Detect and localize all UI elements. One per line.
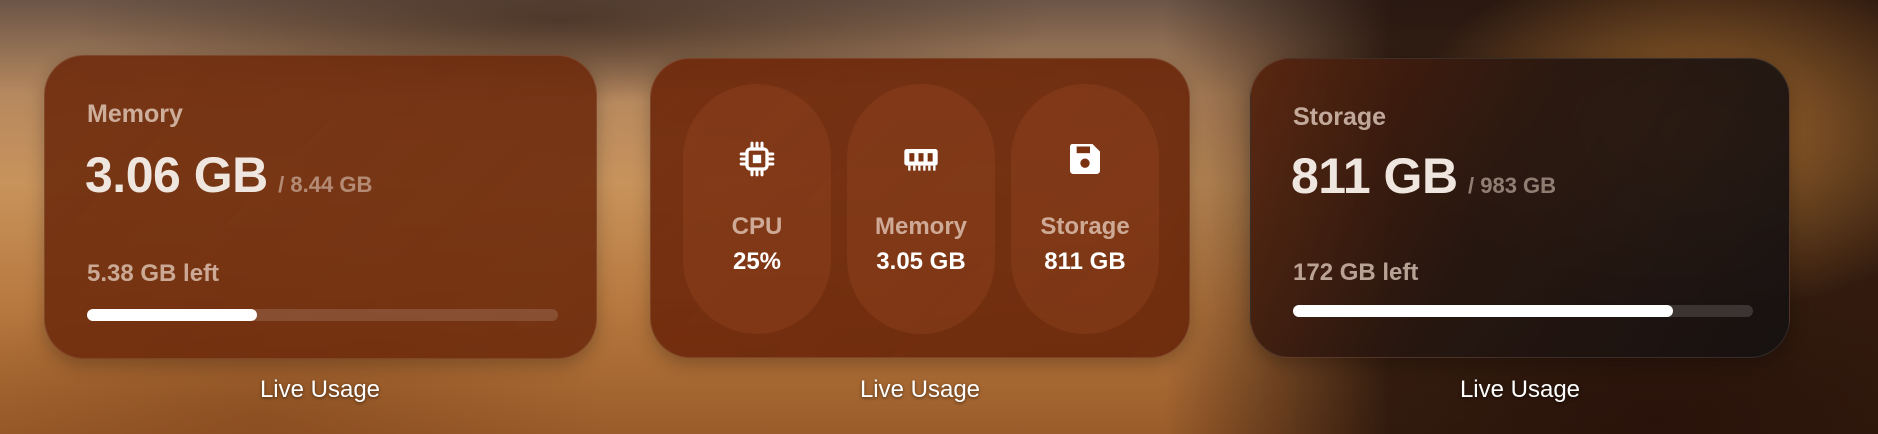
cpu-stat-value: 25% xyxy=(732,248,782,275)
memory-widget-label: Memory xyxy=(87,100,183,128)
storage-progress-fill xyxy=(1293,305,1673,317)
memory-widget-caption: Live Usage xyxy=(259,376,381,403)
memory-widget[interactable]: Memory 3.06 GB / 8.44 GB 5.38 GB left xyxy=(44,55,597,359)
cpu-stat-pill: CPU 25% xyxy=(683,84,831,334)
floppy-disk-icon xyxy=(1069,144,1100,174)
storage-progress-track xyxy=(1293,305,1753,317)
storage-widget[interactable]: Storage 811 GB / 983 GB 172 GB left xyxy=(1250,58,1790,358)
memory-stat-value: 3.05 GB xyxy=(876,248,966,275)
memory-used-value: 3.06 GB xyxy=(85,147,268,203)
cpu-stat-label: CPU xyxy=(731,213,783,240)
memory-stat-pill: Memory 3.05 GB xyxy=(847,84,995,334)
memory-chip-icon xyxy=(904,149,938,171)
memory-progress-track xyxy=(87,309,558,321)
storage-used-value: 811 GB xyxy=(1291,148,1458,204)
memory-usage-row: 3.06 GB / 8.44 GB xyxy=(85,146,372,204)
storage-remaining-text: 172 GB left xyxy=(1293,259,1419,286)
storage-stat-value: 811 GB xyxy=(1044,248,1126,275)
storage-widget-label: Storage xyxy=(1293,103,1387,131)
system-status-widget[interactable]: CPU 25% Memory 3.05 GB Storage 811 GB xyxy=(650,58,1190,358)
storage-total-value: / 983 GB xyxy=(1468,173,1557,198)
status-widget-caption: Live Usage xyxy=(859,376,981,403)
memory-remaining-text: 5.38 GB left xyxy=(87,260,220,287)
storage-stat-label: Storage xyxy=(1040,213,1130,240)
memory-stat-label: Memory xyxy=(874,213,968,240)
cpu-icon xyxy=(739,141,775,177)
memory-progress-fill xyxy=(87,309,257,321)
storage-stat-pill: Storage 811 GB xyxy=(1011,84,1159,334)
storage-usage-row: 811 GB / 983 GB xyxy=(1291,147,1556,205)
memory-total-value: / 8.44 GB xyxy=(278,172,373,197)
storage-widget-caption: Live Usage xyxy=(1459,376,1581,403)
